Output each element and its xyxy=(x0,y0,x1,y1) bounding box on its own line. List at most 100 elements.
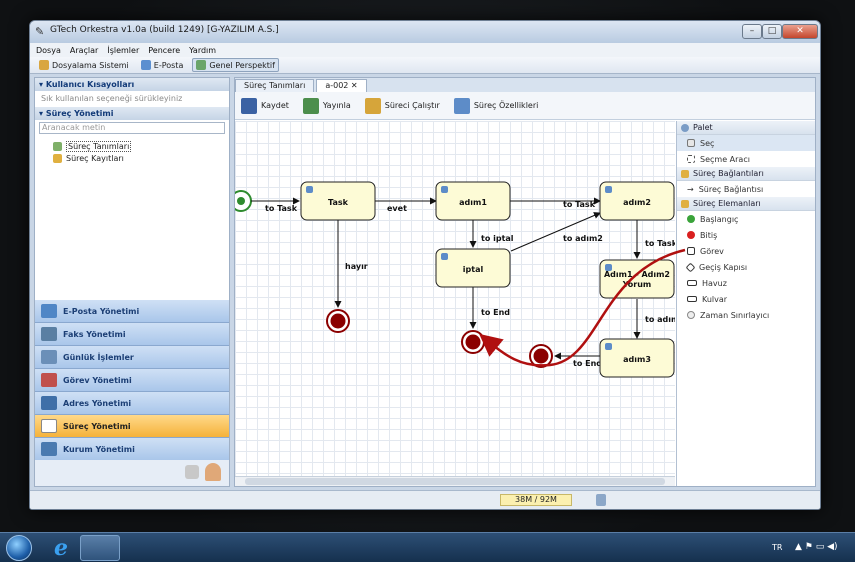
gateway-icon xyxy=(685,262,696,272)
close-tab-icon[interactable]: ✕ xyxy=(351,81,358,90)
palette-lane[interactable]: Kulvar xyxy=(677,291,815,307)
task-node-adim1[interactable]: adım1 xyxy=(435,181,511,221)
menu-yardim[interactable]: Yardım xyxy=(189,46,216,55)
palette-tool-secme-araci[interactable]: Seçme Aracı xyxy=(677,151,815,167)
users-shortcuts-label: Kullanıcı Kısayolları xyxy=(45,80,135,89)
nav-adres[interactable]: Adres Yönetimi xyxy=(35,392,229,415)
cursor-icon xyxy=(687,139,695,147)
horizontal-scrollbar[interactable] xyxy=(235,476,675,486)
palette-start[interactable]: Başlangıç xyxy=(677,211,815,227)
nav-gorev[interactable]: Görev Yönetimi xyxy=(35,369,229,392)
trash-icon[interactable] xyxy=(596,494,606,506)
edge-label: to End xyxy=(573,359,602,368)
palette-end[interactable]: Bitiş xyxy=(677,227,815,243)
save-button[interactable]: Kaydet xyxy=(241,97,289,114)
edge-to-adim2[interactable] xyxy=(510,212,601,252)
scrollbar-thumb[interactable] xyxy=(245,478,665,485)
start-event[interactable] xyxy=(235,190,252,212)
menu-bar: Dosya Araçlar İşlemler Pencere Yardım xyxy=(30,43,820,57)
palette-timer[interactable]: Zaman Sınırlayıcı xyxy=(677,307,815,323)
palette-tool-sec[interactable]: Seç xyxy=(677,135,815,151)
edge-label: to adım2 xyxy=(563,234,603,243)
nav-label: Günlük İşlemler xyxy=(63,352,134,362)
folder-icon xyxy=(681,169,689,178)
process-mgmt-header[interactable]: ▾ Süreç Yönetimi xyxy=(35,107,229,120)
perspective-icon xyxy=(196,60,207,70)
tab-a-002[interactable]: a-002 ✕ xyxy=(316,79,367,92)
memory-indicator: 38M / 92M xyxy=(500,494,572,506)
tab-label: a-002 xyxy=(325,81,349,90)
palette-icon xyxy=(681,123,689,132)
palette-header[interactable]: Palet xyxy=(677,121,815,135)
end-event-3[interactable] xyxy=(529,344,553,368)
properties-label: Süreç Özellikleri xyxy=(473,101,539,110)
palette-item-label: Görev xyxy=(700,246,724,256)
toolbar-perspektif-button[interactable]: Genel Perspektif xyxy=(192,58,279,72)
palette-item-label: Bitiş xyxy=(700,230,718,240)
nav-surec[interactable]: Süreç Yönetimi xyxy=(35,415,229,438)
arrow-icon: → xyxy=(687,184,694,194)
status-bar: 38M / 92M xyxy=(30,490,820,509)
internet-explorer-icon[interactable]: e xyxy=(54,537,76,559)
toolbar-perspektif-label: Genel Perspektif xyxy=(209,60,275,70)
nav-kurum[interactable]: Kurum Yönetimi xyxy=(35,438,229,461)
nav-label: Faks Yönetimi xyxy=(63,329,126,339)
publish-button[interactable]: Yayınla xyxy=(302,97,351,114)
maximize-button[interactable]: □ xyxy=(762,24,782,39)
app-window: ✎ GTech Orkestra v1.0a (build 1249) [G-Y… xyxy=(29,20,821,510)
taskbar-app-orkestra[interactable] xyxy=(80,535,120,561)
tree-item-label: Süreç Tanımları xyxy=(66,140,132,152)
menu-pencere[interactable]: Pencere xyxy=(148,46,180,55)
task-node-task[interactable]: Task xyxy=(300,181,376,221)
tree-item-surec-tanimlari[interactable]: Süreç Tanımları xyxy=(35,140,229,152)
connections-header[interactable]: Süreç Bağlantıları xyxy=(677,167,815,181)
palette-pool[interactable]: Havuz xyxy=(677,275,815,291)
save-icon xyxy=(241,97,257,114)
process-records-icon xyxy=(53,153,62,163)
run-process-button[interactable]: Süreci Çalıştır xyxy=(364,97,440,114)
nav-faks[interactable]: Faks Yönetimi xyxy=(35,323,229,346)
task-node-yorum[interactable]: Adım1 - Adım2 Yorum xyxy=(599,259,675,299)
task-node-iptal[interactable]: iptal xyxy=(435,248,511,288)
tree-item-surec-kayitlari[interactable]: Süreç Kayıtları xyxy=(35,152,229,164)
toolbar-eposta-button[interactable]: E-Posta xyxy=(138,59,187,71)
palette-connection[interactable]: → Süreç Bağlantısı xyxy=(677,181,815,197)
process-mgmt-label: Süreç Yönetimi xyxy=(45,109,114,118)
publish-icon xyxy=(302,97,319,114)
language-indicator[interactable]: TR xyxy=(772,543,782,552)
palette-task[interactable]: Görev xyxy=(677,243,815,259)
save-label: Kaydet xyxy=(261,101,289,110)
toolbar-eposta-label: E-Posta xyxy=(153,60,184,70)
elements-header[interactable]: Süreç Elemanları xyxy=(677,197,815,211)
end-event-2[interactable] xyxy=(461,330,485,354)
task-node-adim2[interactable]: adım2 xyxy=(599,181,675,221)
process-properties-button[interactable]: Süreç Özellikleri xyxy=(453,97,539,114)
nav-label: Adres Yönetimi xyxy=(63,398,132,408)
book-icon[interactable] xyxy=(185,465,199,479)
task-node-adim3[interactable]: adım3 xyxy=(599,338,675,378)
menu-islemler[interactable]: İşlemler xyxy=(107,46,139,55)
palette-gateway[interactable]: Geçiş Kapısı xyxy=(677,259,815,275)
tab-surec-tanimlari[interactable]: Süreç Tanımları xyxy=(235,79,315,92)
search-input[interactable]: Aranacak metin xyxy=(39,122,225,134)
nav-bottom-bar xyxy=(35,460,229,486)
minimize-button[interactable]: – xyxy=(742,24,762,39)
lane-icon xyxy=(687,296,697,302)
edge-label: to Task xyxy=(265,204,298,213)
toolbar-dosyalama-button[interactable]: Dosyalama Sistemi xyxy=(36,59,132,71)
users-shortcuts-header[interactable]: ▾ Kullanıcı Kısayolları xyxy=(35,78,229,91)
nav-buttons: E-Posta Yönetimi Faks Yönetimi Günlük İş… xyxy=(35,300,229,461)
nav-gunluk[interactable]: Günlük İşlemler xyxy=(35,346,229,369)
diagram-canvas[interactable]: to Task evet to Task to iptal to adım2 t… xyxy=(235,121,675,476)
close-button[interactable]: ✕ xyxy=(782,24,818,39)
nav-eposta[interactable]: E-Posta Yönetimi xyxy=(35,300,229,323)
menu-dosya[interactable]: Dosya xyxy=(36,46,61,55)
system-tray[interactable]: ▲ ⚑ ▭ ◀) xyxy=(795,542,838,552)
process-def-icon xyxy=(53,141,62,151)
end-event-1[interactable] xyxy=(326,309,350,333)
menu-araclar[interactable]: Araçlar xyxy=(70,46,98,55)
user-icon[interactable] xyxy=(205,463,221,481)
start-button[interactable] xyxy=(6,535,32,561)
palette-panel: Palet Seç Seçme Aracı Süreç Bağlantıları… xyxy=(676,121,815,486)
title-bar[interactable]: ✎ GTech Orkestra v1.0a (build 1249) [G-Y… xyxy=(30,21,820,43)
